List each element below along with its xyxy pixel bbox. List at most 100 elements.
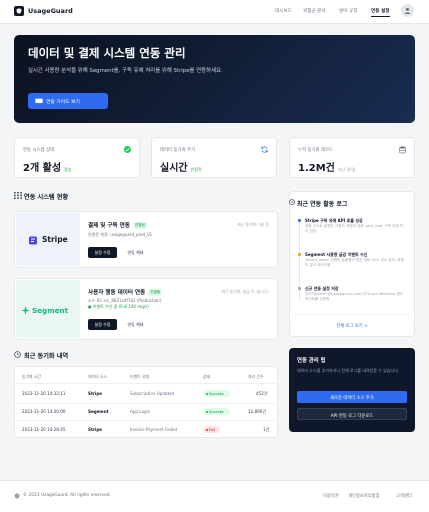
quick-actions-subtitle: 데이터 소스를 추가하거나 전체 로그를 내려받을 수 있습니다. — [297, 368, 400, 373]
stripe-integration-card: Stripe 결제 및 구독 연동 연결됨 연결된 계정: usageguard_… — [14, 211, 278, 268]
stat-card-sync-cycle: 데이터 동기화 주기 실시간 안정적 — [151, 137, 277, 178]
nav-defense-rules[interactable]: 방어 규칙 — [339, 8, 357, 14]
integration-account: 연결된 계정: usageguard_prod_01 — [88, 232, 153, 237]
column-header-time: 동기화 시간 — [22, 374, 42, 379]
activity-log-title: 최근 연동 활동 로그 — [289, 199, 347, 208]
footer-copyright: © 2023 UsageGuard. All rights reserved. — [23, 493, 111, 498]
integration-receiving-status: ● 이벤트 수신 중 (Full 100 req/s) — [88, 304, 149, 309]
download-api-log-button[interactable]: API 연동 로그 다운로드 — [297, 408, 407, 420]
brand-name[interactable]: UsageGuard — [28, 7, 73, 15]
table-row-time: 2023-11-20 14:28:45 — [22, 427, 66, 432]
segment-logo-mark-icon — [21, 306, 30, 315]
stripe-logo-text: Stripe — [42, 235, 68, 244]
timeline-dot — [298, 253, 301, 256]
add-data-source-button[interactable]: 새로운 데이터 소스 추가 — [297, 391, 407, 403]
quick-actions-title: 연동 관리 팁 — [297, 358, 326, 364]
integration-guide-label: 연동 가이드 보기 — [46, 100, 80, 105]
stat-card-status: 연동 시스템 상태 2개 활성 정상 — [14, 137, 140, 178]
nav-dashboard[interactable]: 대시보드 — [275, 8, 292, 14]
segment-edit-settings-button[interactable]: 설정 수정 — [88, 319, 117, 330]
column-header-source: 데이터 소스 — [88, 374, 108, 379]
stat-value: 실시간 안정적 — [160, 163, 202, 174]
stat-note: 안정적 — [190, 167, 202, 172]
segment-integration-card: Segment 사용자 행동 데이터 연동 연결됨 소스 ID: src_8821… — [14, 278, 278, 340]
log-item-body: 'active_users' 이벤트 호출량이 평균 대비 40% 감소 감지,… — [305, 258, 404, 267]
stat-value: 1.2M건 지난 30일 — [298, 163, 356, 174]
footer-support-link[interactable]: 고객센터 — [396, 493, 412, 499]
top-navigation-bar: UsageGuard 대시보드 위험군 분석 방어 규칙 연동 설정 — [0, 0, 429, 24]
stripe-logo: Stripe — [16, 213, 80, 266]
stat-label: 데이터 동기화 주기 — [160, 148, 196, 153]
view-all-logs-link[interactable]: 전체 로그 보기 > — [289, 323, 415, 329]
sync-history-title-text: 최근 동기화 내역 — [24, 353, 69, 360]
hero-title: 데이터 및 결제 시스템 연동 관리 — [28, 46, 186, 60]
integrations-title-text: 연동 시스템 현황 — [24, 194, 69, 201]
table-row-count: 452건 — [256, 391, 268, 396]
divider — [295, 314, 409, 315]
integration-name: 결제 및 구독 연동 연결됨 — [88, 222, 147, 229]
column-header-event: 이벤트 유형 — [130, 374, 150, 379]
sync-history-title: 최근 동기화 내역 — [14, 351, 134, 360]
table-row-source: Segment — [88, 409, 109, 414]
grid-icon — [14, 192, 22, 199]
download-api-log-label: API 연동 로그 다운로드 — [330, 413, 374, 419]
timeline-dot — [298, 287, 301, 290]
nav-integration-settings[interactable]: 연동 설정 — [371, 8, 390, 17]
stat-label: 누적 동기화 레코드 — [298, 148, 334, 153]
table-row-time: 2023-11-20 14:30:00 — [22, 409, 66, 414]
log-item-body: 위험 군으로 분류된 사용자 계정에 대해 'past_due' 구독 유예 처… — [305, 224, 404, 233]
stat-card-records: 누적 동기화 레코드 1.2M건 지난 30일 — [289, 137, 415, 178]
footer-terms-link[interactable]: 이용약관 — [323, 493, 339, 499]
check-circle-icon — [124, 146, 131, 155]
integrations-section-title: 연동 시스템 현황 — [14, 192, 134, 201]
table-divider — [14, 383, 278, 384]
hero-banner: 데이터 및 결제 시스템 연동 관리 실시간 사용량 분석을 위해 Segmen… — [14, 35, 415, 123]
table-divider — [14, 420, 278, 421]
add-data-source-label: 새로운 데이터 소스 추가 — [330, 395, 374, 401]
stat-note: 지난 30일 — [337, 167, 356, 172]
hero-subtitle: 실시간 사용량 분석을 위해 Segment를, 구독 유예 처리를 위해 St… — [28, 68, 223, 74]
table-row-event: App Login — [130, 409, 151, 414]
table-row-count: 1건 — [263, 427, 270, 432]
refresh-icon — [261, 146, 268, 155]
integration-guide-button[interactable]: 연동 가이드 보기 — [28, 93, 108, 109]
segment-logo: Segment — [16, 280, 80, 338]
database-icon — [399, 146, 406, 156]
table-divider — [14, 403, 278, 404]
footer-privacy-link[interactable]: 개인정보처리방침 — [348, 493, 380, 499]
segment-logo-text: Segment — [32, 306, 69, 315]
stat-note: 정상 — [64, 167, 72, 172]
last-sync-time: 최근 동기화: 5분 전 — [237, 222, 269, 227]
user-avatar[interactable] — [401, 4, 414, 17]
shield-logo-icon — [14, 6, 24, 16]
nav-risk-analysis[interactable]: 위험군 분석 — [303, 8, 326, 14]
edit-settings-label: 설정 수정 — [94, 250, 111, 255]
page: UsageGuard 대시보드 위험군 분석 방어 규칙 연동 설정 데이터 및… — [0, 0, 429, 512]
table-row-count: 12,890건 — [248, 409, 267, 414]
table-row-event: Subscription Updated — [130, 391, 175, 396]
shield-footer-icon — [14, 493, 20, 499]
book-icon — [35, 98, 43, 104]
status-pill-success: Success — [203, 390, 230, 397]
table-row-source: Stripe — [88, 427, 103, 432]
stat-label: 연동 시스템 상태 — [23, 148, 55, 153]
disconnect-label: 연동 해제 — [127, 250, 144, 255]
last-sync-time: 최근 동기화: 방금 전 (실시간) — [221, 289, 270, 294]
clock-icon — [289, 199, 295, 205]
column-header-status: 상태 — [203, 374, 211, 379]
integration-name: 사용자 행동 데이터 연동 연결됨 — [88, 289, 163, 296]
stripe-disconnect-button[interactable]: 연동 해제 — [121, 247, 150, 258]
stat-value: 2개 활성 정상 — [23, 163, 72, 174]
segment-disconnect-button[interactable]: 연동 해제 — [121, 319, 150, 330]
table-row-time: 2023-11-20 14:32:11 — [22, 391, 66, 396]
edit-settings-label: 설정 수정 — [94, 322, 111, 327]
disconnect-label: 연동 해제 — [127, 322, 144, 327]
status-badge: 연결됨 — [132, 222, 147, 229]
timeline-dot — [298, 219, 301, 222]
status-badge: 연결됨 — [148, 289, 163, 296]
history-clock-icon — [14, 351, 21, 358]
stripe-edit-settings-button[interactable]: 설정 수정 — [88, 247, 117, 258]
table-row-event: Invoice Payment Failed — [130, 427, 178, 432]
footer: © 2023 UsageGuard. All rights reserved. … — [0, 480, 429, 512]
log-item-body: 관리자(admin@usageguard.com)가 Stripe Webhoo… — [305, 292, 404, 301]
